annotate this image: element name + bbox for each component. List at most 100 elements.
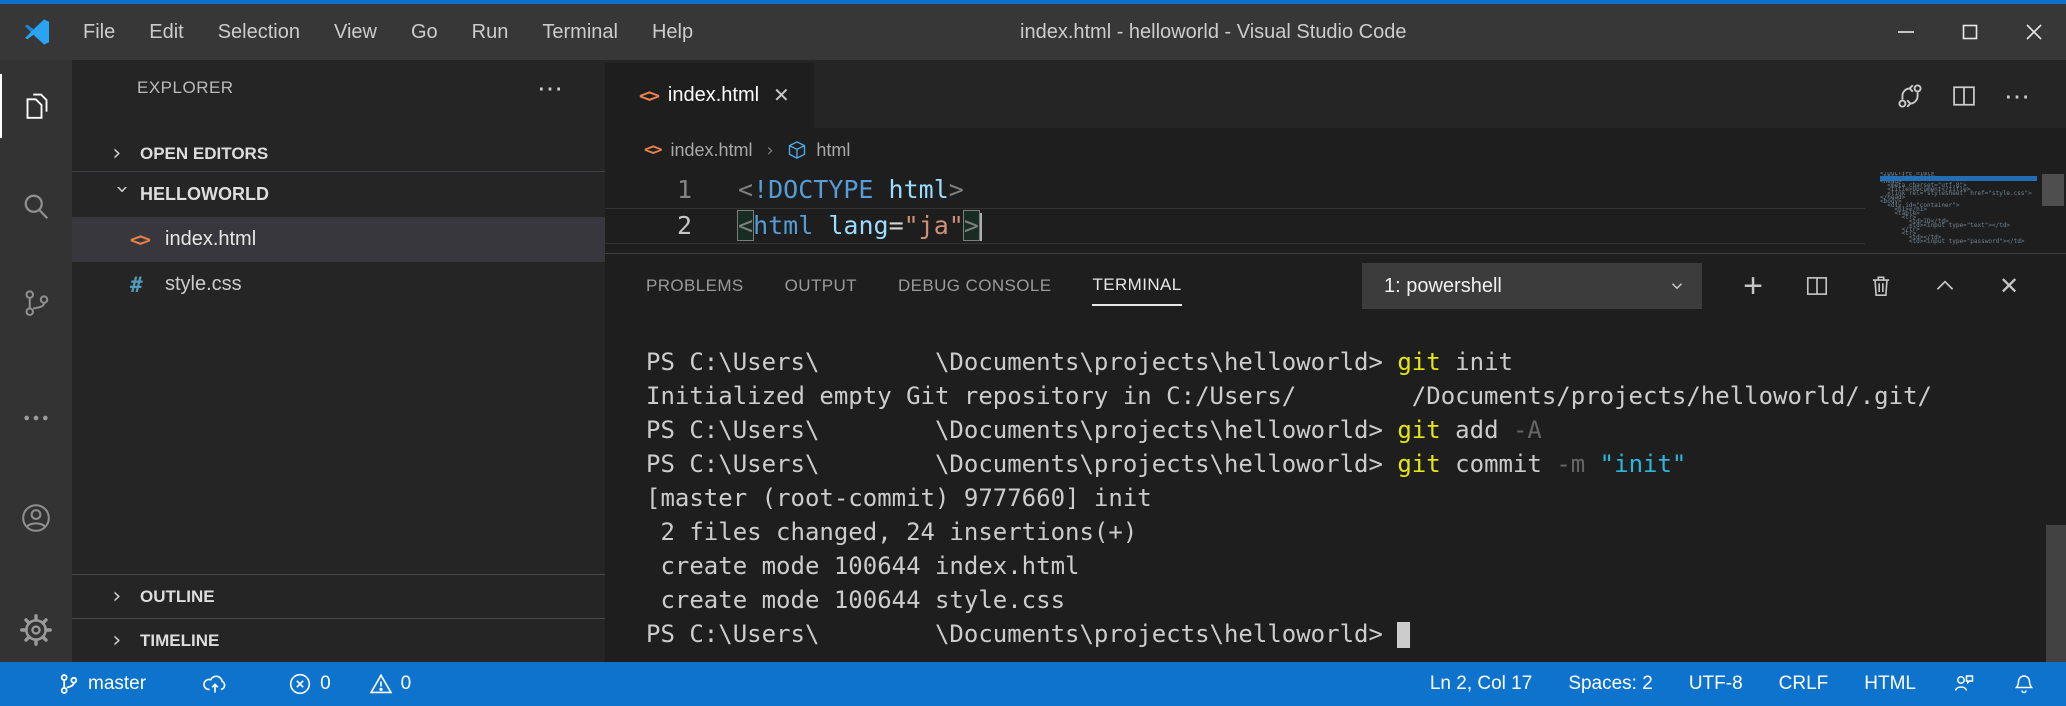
search-activity-button[interactable] (0, 174, 72, 238)
feedback-icon (1952, 672, 1976, 696)
terminal-line: Initialized empty Git repository in C:/U… (646, 379, 2066, 413)
tab-problems[interactable]: PROBLEMS (646, 276, 744, 296)
explorer-activity-button[interactable] (0, 74, 72, 138)
terminal-token: create mode 100644 style.css (646, 586, 1065, 614)
maximize-button[interactable] (1938, 4, 2002, 60)
terminal-line: PS C:\Users\ \Documents\projects\hellowo… (646, 447, 2066, 481)
account-button[interactable] (0, 486, 72, 550)
minimize-icon (1895, 21, 1917, 43)
vscode-window: File Edit Selection View Go Run Terminal… (0, 0, 2066, 706)
code-token: !DOCTYPE (753, 175, 873, 204)
minimize-button[interactable] (1874, 4, 1938, 60)
terminal-line: [master (root-commit) 9777660] init (646, 481, 2066, 515)
code-editor[interactable]: 1<!DOCTYPE html>2<html lang="ja"> <!DOCT… (605, 172, 2066, 253)
new-terminal-button[interactable]: + (1726, 263, 1780, 309)
editor-caret (980, 213, 982, 241)
open-editors-section[interactable]: › OPEN EDITORS (72, 136, 605, 172)
timeline-section[interactable]: › TIMELINE (72, 618, 605, 662)
gear-icon (19, 613, 53, 647)
terminal-shell-dropdown[interactable]: 1: powershell (1362, 263, 1702, 309)
split-editor-icon[interactable] (1950, 82, 1978, 110)
more-views-button[interactable] (0, 386, 72, 450)
menu-file[interactable]: File (66, 4, 132, 60)
split-terminal-button[interactable] (1790, 263, 1844, 309)
tab-debug-console[interactable]: DEBUG CONSOLE (898, 276, 1052, 296)
editor-scrollbar[interactable] (2042, 174, 2064, 206)
code-token: = (889, 211, 904, 240)
source-control-activity-button[interactable] (0, 271, 72, 335)
tab-index-html[interactable]: <> index.html ✕ (605, 63, 814, 128)
close-button[interactable] (2002, 4, 2066, 60)
tab-bar: <> index.html ✕ ⋯ (605, 60, 2066, 128)
html-file-icon: <> (639, 85, 658, 107)
outline-section[interactable]: › OUTLINE (72, 574, 605, 618)
menu-edit[interactable]: Edit (132, 4, 200, 60)
code-line[interactable]: 1<!DOCTYPE html> (605, 172, 1865, 208)
indentation-setting[interactable]: Spaces: 2 (1568, 673, 1653, 695)
menu-go[interactable]: Go (394, 4, 455, 60)
tab-output[interactable]: OUTPUT (785, 276, 857, 296)
shell-dropdown-value: 1: powershell (1384, 275, 1502, 298)
kill-terminal-button[interactable] (1854, 263, 1908, 309)
cursor-position[interactable]: Ln 2, Col 17 (1430, 673, 1532, 695)
problems-indicator[interactable]: 0 0 (288, 672, 411, 696)
code-token: < (738, 175, 753, 204)
close-panel-button[interactable]: ✕ (1982, 263, 2036, 309)
menu-run[interactable]: Run (455, 4, 526, 60)
terminal-token: PS C:\Users\ \Documents\projects\hellowo… (646, 620, 1397, 648)
files-icon (22, 91, 52, 121)
terminal-token: PS C:\Users\ \Documents\projects\hellowo… (646, 416, 1397, 444)
tab-close-icon[interactable]: ✕ (773, 83, 790, 108)
terminal-token: -m (1556, 450, 1585, 478)
tab-terminal[interactable]: TERMINAL (1092, 275, 1181, 306)
code-token: < (737, 210, 754, 241)
search-icon (21, 191, 51, 221)
file-item-style-css[interactable]: # style.css (72, 262, 605, 307)
terminal-line: PS C:\Users\ \Documents\projects\hellowo… (646, 617, 2066, 651)
editor-more-actions-icon[interactable]: ⋯ (2004, 91, 2032, 101)
breadcrumb-symbol[interactable]: html (816, 140, 850, 161)
menu-terminal[interactable]: Terminal (525, 4, 635, 60)
breadcrumb-separator: › (765, 140, 776, 161)
terminal-token: "init" (1600, 450, 1687, 478)
terminal-scrollbar[interactable] (2046, 525, 2066, 662)
explorer-title: EXPLORER (137, 78, 234, 98)
branch-indicator[interactable]: master (58, 673, 146, 695)
eol-setting[interactable]: CRLF (1779, 673, 1829, 695)
symbol-cube-icon (787, 140, 807, 160)
bell-icon (2012, 672, 2036, 696)
terminal-token: Initialized empty Git repository in C:/U… (646, 382, 1932, 410)
menu-selection[interactable]: Selection (201, 4, 317, 60)
minimap[interactable]: <!DOCTYPE html><html lang="ja"><head> <m… (1880, 172, 2037, 246)
menu-view[interactable]: View (317, 4, 394, 60)
minimap-current-line-highlight (1880, 176, 2037, 181)
terminal-token: PS C:\Users\ \Documents\projects\hellowo… (646, 348, 1397, 376)
settings-button[interactable] (0, 598, 72, 662)
workbench: EXPLORER ⋯ › OPEN EDITORS › HELLOWORLD <… (0, 60, 2066, 662)
open-changes-icon[interactable] (1896, 82, 1924, 110)
menu-help[interactable]: Help (635, 4, 710, 60)
folder-name: HELLOWORLD (140, 184, 269, 205)
feedback-button[interactable] (1952, 672, 1976, 696)
encoding-setting[interactable]: UTF-8 (1689, 673, 1743, 695)
line-number: 1 (605, 172, 692, 208)
open-editors-label: OPEN EDITORS (140, 144, 268, 164)
close-icon (2023, 21, 2045, 43)
explorer-more-actions-icon[interactable]: ⋯ (537, 83, 565, 93)
code-line[interactable]: 2<html lang="ja"> (605, 208, 1865, 244)
error-count: 0 (320, 673, 331, 695)
html-file-icon: <> (644, 140, 660, 160)
notifications-button[interactable] (2012, 672, 2036, 696)
breadcrumb-file[interactable]: index.html (670, 140, 752, 161)
terminal[interactable]: PS C:\Users\ \Documents\projects\hellowo… (605, 318, 2066, 662)
outline-label: OUTLINE (140, 587, 215, 607)
language-mode[interactable]: HTML (1864, 673, 1916, 695)
terminal-token: PS C:\Users\ \Documents\projects\hellowo… (646, 450, 1397, 478)
folder-section-helloworld[interactable]: › HELLOWORLD (72, 172, 605, 217)
file-item-index-html[interactable]: <> index.html (72, 217, 605, 262)
error-circle-icon (288, 672, 312, 696)
maximize-panel-button[interactable] (1918, 263, 1972, 309)
publish-changes-button[interactable] (202, 671, 228, 697)
minimap-line: <td><input type="password"></td> (1880, 240, 2037, 244)
panel-actions: + (1702, 263, 2066, 309)
